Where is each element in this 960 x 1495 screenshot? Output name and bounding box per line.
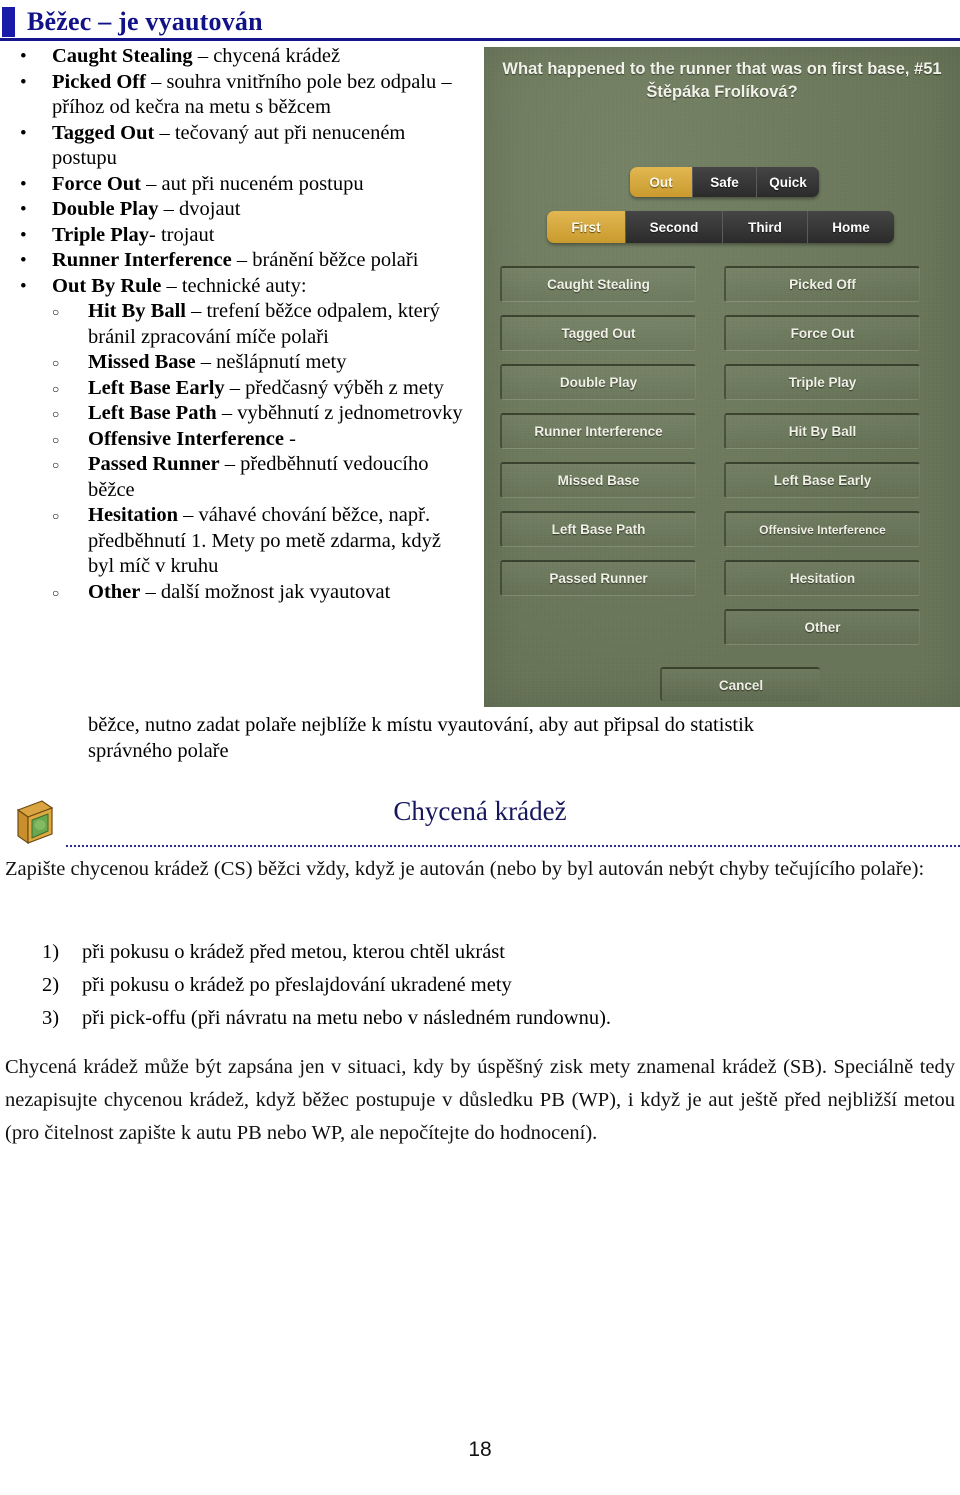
option-hit-by-ball[interactable]: Hit By Ball bbox=[724, 413, 920, 449]
option-hesitation[interactable]: Hesitation bbox=[724, 560, 920, 596]
list-item: Offensive Interference - bbox=[0, 427, 470, 453]
list-item-term: Runner Interference bbox=[52, 249, 232, 271]
list-item-term: Hesitation bbox=[88, 504, 178, 526]
numbered-list: 1) při pokusu o krádež před metou, ktero… bbox=[42, 936, 802, 1035]
title-marker-icon bbox=[2, 7, 15, 37]
list-item-desc: - bbox=[284, 427, 296, 450]
option-offensive-interference[interactable]: Offensive Interference bbox=[724, 511, 920, 547]
page-title: Běžec – je vyautován bbox=[27, 7, 263, 36]
numbered-item: 2) při pokusu o krádež po přeslajdování … bbox=[42, 969, 802, 1002]
segment-second[interactable]: Second bbox=[626, 211, 723, 243]
list-item: Left Base Early – předčasný výběh z mety bbox=[0, 376, 470, 402]
list-item: Left Base Path – vyběhnutí z jednometrov… bbox=[0, 401, 470, 427]
numbered-item: 1) při pokusu o krádež před metou, ktero… bbox=[42, 936, 802, 969]
prompt-question: What happened to the runner that was on … bbox=[502, 60, 942, 101]
list-item: Caught Stealing – chycená krádež bbox=[0, 44, 470, 70]
list-item: Hesitation – váhavé chování běžce, např.… bbox=[0, 503, 470, 580]
list-item-term: Left Base Path bbox=[88, 402, 217, 424]
option-left-base-early[interactable]: Left Base Early bbox=[724, 462, 920, 498]
list-item-term: Left Base Early bbox=[88, 376, 225, 399]
option-other[interactable]: Other bbox=[724, 609, 920, 645]
list-item-other: Other – další možnost jak vyautovat bbox=[0, 580, 470, 606]
numbered-item: 3) při pick-offu (při návratu na metu ne… bbox=[42, 1002, 802, 1035]
section-heading: Chycená krádež bbox=[393, 796, 567, 826]
segment-first[interactable]: First bbox=[547, 211, 626, 243]
list-item-term: Triple Play bbox=[52, 223, 149, 246]
list-item-term: Missed Base bbox=[88, 351, 196, 373]
list-item-desc: - trojaut bbox=[149, 223, 215, 246]
title-divider bbox=[0, 38, 960, 41]
section-note-paragraph: Chycená krádež může být zapsána jen v si… bbox=[5, 1056, 955, 1144]
option-missed-base[interactable]: Missed Base bbox=[500, 462, 696, 498]
option-caught-stealing[interactable]: Caught Stealing bbox=[500, 266, 696, 302]
option-double-play[interactable]: Double Play bbox=[500, 364, 696, 400]
list-item-desc: – dvojaut bbox=[158, 198, 241, 220]
outs-bullet-list: Caught Stealing – chycená krádež Picked … bbox=[0, 44, 470, 606]
page-number: 18 bbox=[468, 1438, 492, 1461]
game-app-screenshot: What happened to the runner that was on … bbox=[484, 47, 960, 707]
option-left-base-path[interactable]: Left Base Path bbox=[500, 511, 696, 547]
option-column-right: Picked Off Force Out Triple Play Hit By … bbox=[724, 266, 920, 658]
list-item: Picked Off – souhra vnitřního pole bez o… bbox=[0, 70, 470, 121]
list-item: Passed Runner – předběhnutí vedoucího bě… bbox=[0, 452, 470, 503]
list-item-desc: – technické auty: bbox=[161, 274, 307, 297]
list-item-other-cont1: běžce, nutno zadat polaře nejblíže k mís… bbox=[88, 714, 755, 736]
list-item-term: Out By Rule bbox=[52, 274, 162, 297]
list-item-other-cont2: správného polaře bbox=[88, 740, 229, 762]
list-item-term: Offensive Interference bbox=[88, 427, 285, 450]
cancel-button[interactable]: Cancel bbox=[660, 667, 820, 701]
list-item: Triple Play- trojaut bbox=[0, 223, 470, 249]
list-item-desc: – vyběhnutí z jednometrovky bbox=[216, 402, 463, 424]
numbered-item-number: 1) bbox=[42, 941, 60, 963]
list-item-desc: – chycená krádež bbox=[192, 45, 341, 67]
section-intro-paragraph: Zapište chycenou krádež (CS) běžci vždy,… bbox=[5, 858, 925, 880]
list-item: Hit By Ball – trefení běžce odpalem, kte… bbox=[0, 299, 470, 350]
section-divider bbox=[66, 845, 960, 847]
option-picked-off[interactable]: Picked Off bbox=[724, 266, 920, 302]
result-segmented-control[interactable]: Out Safe Quick bbox=[630, 167, 819, 197]
document-page: Běžec – je vyautován Caught Stealing – c… bbox=[0, 0, 960, 1495]
numbered-item-text: při pokusu o krádež před metou, kterou c… bbox=[82, 941, 505, 963]
option-tagged-out[interactable]: Tagged Out bbox=[500, 315, 696, 351]
list-item: Missed Base – nešlápnutí mety bbox=[0, 350, 470, 376]
list-item-term: Caught Stealing bbox=[52, 45, 193, 67]
segment-third[interactable]: Third bbox=[723, 211, 808, 243]
option-passed-runner[interactable]: Passed Runner bbox=[500, 560, 696, 596]
list-item-desc: – předčasný výběh z mety bbox=[224, 376, 444, 399]
segment-quick[interactable]: Quick bbox=[757, 167, 819, 197]
list-item-term: Double Play bbox=[52, 198, 159, 220]
option-force-out[interactable]: Force Out bbox=[724, 315, 920, 351]
list-item-term: Passed Runner bbox=[88, 453, 220, 475]
numbered-item-text: při pokusu o krádež po přeslajdování ukr… bbox=[82, 974, 512, 996]
list-item-desc: – nešlápnutí mety bbox=[195, 351, 347, 373]
segment-out[interactable]: Out bbox=[630, 167, 693, 197]
option-runner-interference[interactable]: Runner Interference bbox=[500, 413, 696, 449]
segment-safe[interactable]: Safe bbox=[693, 167, 757, 197]
list-item: Runner Interference – bránění běžce pola… bbox=[0, 248, 470, 274]
list-item-desc: – bránění běžce polaři bbox=[231, 249, 419, 271]
list-item-desc: – další možnost jak vyautovat bbox=[140, 580, 391, 603]
numbered-item-text: při pick-offu (při návratu na metu nebo … bbox=[82, 1007, 612, 1029]
list-item-term: Force Out bbox=[52, 172, 141, 195]
list-item: Double Play – dvojaut bbox=[0, 197, 470, 223]
list-item-term: Hit By Ball bbox=[88, 300, 186, 322]
numbered-item-number: 3) bbox=[42, 1007, 60, 1029]
list-item-desc: – aut při nuceném postupu bbox=[141, 172, 364, 195]
option-triple-play[interactable]: Triple Play bbox=[724, 364, 920, 400]
list-item: Force Out – aut při nuceném postupu bbox=[0, 172, 470, 198]
segment-home[interactable]: Home bbox=[808, 211, 894, 243]
page-title-row: Běžec – je vyautován bbox=[0, 4, 960, 40]
base-segmented-control[interactable]: First Second Third Home bbox=[547, 211, 894, 243]
list-item-term: Other bbox=[88, 580, 141, 603]
list-item: Tagged Out – tečovaný aut při nenuceném … bbox=[0, 121, 470, 172]
list-item-term: Picked Off bbox=[52, 70, 146, 93]
option-column-left: Caught Stealing Tagged Out Double Play R… bbox=[500, 266, 696, 609]
numbered-item-number: 2) bbox=[42, 974, 60, 996]
list-item-term: Tagged Out bbox=[52, 121, 155, 144]
list-item: Out By Rule – technické auty: bbox=[0, 274, 470, 300]
